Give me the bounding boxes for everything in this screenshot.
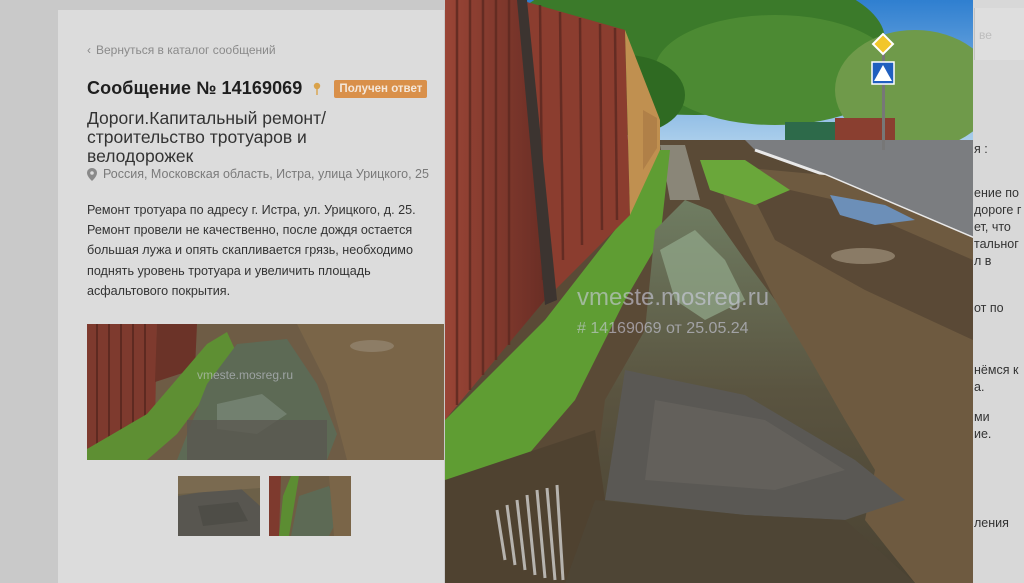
location-pin-icon: [87, 167, 97, 181]
side-text-fragment: ет, что: [974, 220, 1011, 234]
lightbox-watermark-site: vmeste.mosreg.ru: [577, 284, 769, 311]
back-to-catalog-link[interactable]: ‹ Вернуться в каталог сообщений: [87, 43, 276, 57]
side-text-fragment: ение по: [974, 186, 1019, 200]
side-text-fragment: ления: [974, 516, 1009, 530]
photo-lightbox[interactable]: vmeste.mosreg.ru # 14169069 от 25.05.24: [445, 0, 973, 583]
side-text-fragment: а.: [974, 380, 985, 394]
side-text-fragment: ие.: [974, 427, 992, 441]
main-photo-image: vmeste.mosreg.ru: [87, 324, 444, 460]
side-search-input[interactable]: ве: [974, 8, 1024, 60]
side-panel: [972, 0, 1024, 583]
message-address: Россия, Московская область, Истра, улица…: [87, 167, 429, 181]
lightbox-watermark-caption: # 14169069 от 25.05.24: [577, 320, 749, 337]
lightbox-photo: vmeste.mosreg.ru # 14169069 от 25.05.24: [445, 0, 973, 583]
message-description: Ремонт тротуара по адресу г. Истра, ул. …: [87, 203, 416, 298]
address-text: Россия, Московская область, Истра, улица…: [103, 167, 429, 181]
message-title: Сообщение № 14169069: [87, 78, 303, 98]
side-search-placeholder: ве: [979, 28, 992, 42]
thumbnail-image-2: [269, 476, 351, 536]
side-text-fragment: ми: [974, 410, 990, 424]
photo-thumbnail-1[interactable]: [178, 476, 260, 536]
main-photo-watermark: vmeste.mosreg.ru: [197, 368, 293, 382]
side-text-fragment: тальног: [974, 237, 1019, 251]
pin-icon[interactable]: [312, 82, 322, 96]
chevron-left-icon: ‹: [87, 43, 91, 57]
side-text-fragment: нёмся к: [974, 363, 1019, 377]
message-main-photo[interactable]: vmeste.mosreg.ru: [87, 324, 444, 460]
side-text-fragment: я :: [974, 142, 988, 156]
photo-thumbnail-2[interactable]: [269, 476, 351, 536]
thumbnail-image-1: [178, 476, 260, 536]
side-text-fragment: л в: [974, 254, 992, 268]
message-header: Сообщение № 14169069 Получен ответ: [87, 78, 428, 99]
side-text-fragment: от по: [974, 301, 1004, 315]
message-category: Дороги.Капитальный ремонт/строительство …: [87, 108, 326, 166]
back-link-label: Вернуться в каталог сообщений: [96, 43, 276, 57]
status-badge: Получен ответ: [334, 79, 428, 98]
side-text-fragment: дороге г: [974, 203, 1022, 217]
